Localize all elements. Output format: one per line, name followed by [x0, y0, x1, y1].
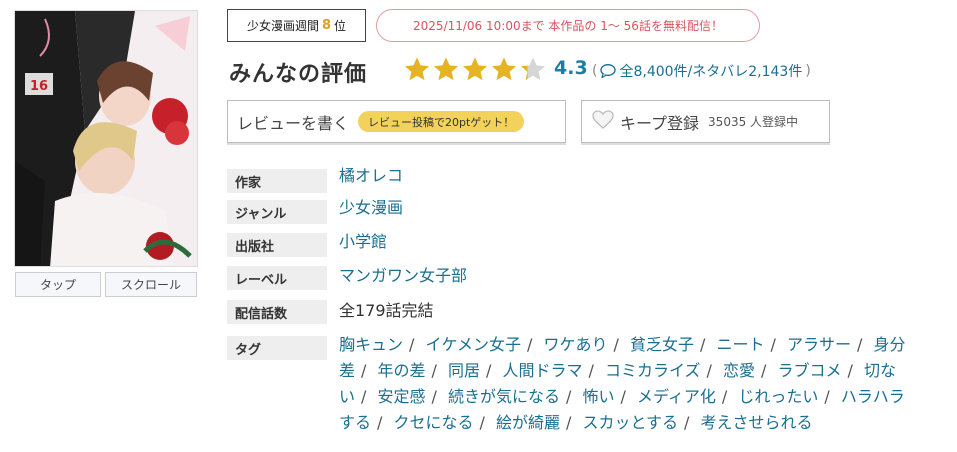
- tag-separator: /: [527, 335, 533, 354]
- tag-separator: /: [706, 361, 712, 380]
- review-count-link[interactable]: ( 全8,400件/ネタバレ2,143件 ): [592, 61, 811, 81]
- rating-title: みんなの評価: [229, 62, 368, 87]
- tag-link[interactable]: 同居: [448, 361, 480, 380]
- rating-stars: [403, 56, 547, 84]
- genre-label: ジャンル: [227, 200, 327, 224]
- rating-score: 4.3: [554, 57, 588, 79]
- cover-volume-number: 16: [30, 79, 48, 94]
- tag-link[interactable]: 胸キュン: [339, 335, 403, 354]
- tap-view-button[interactable]: タップ: [15, 272, 101, 297]
- tag-separator: /: [857, 335, 863, 354]
- tag-separator: /: [361, 387, 367, 406]
- tag-separator: /: [770, 335, 776, 354]
- review-points-badge: レビュー投稿で20ptゲット！: [358, 111, 525, 132]
- publisher-value: 小学館: [339, 230, 387, 254]
- tag-link[interactable]: じれったい: [738, 387, 818, 406]
- tag-link[interactable]: スカッとする: [583, 413, 679, 432]
- keep-count: 35035 人登録中: [708, 115, 799, 129]
- tag-separator: /: [761, 361, 767, 380]
- tag-link[interactable]: アラサー: [787, 335, 851, 354]
- close-paren: ): [805, 63, 811, 79]
- tag-separator: /: [566, 413, 572, 432]
- tag-separator: /: [588, 361, 594, 380]
- author-value: 橘オレコ: [339, 164, 403, 188]
- tag-link[interactable]: 年の差: [378, 361, 426, 380]
- scroll-view-button[interactable]: スクロール: [105, 272, 197, 297]
- tag-separator: /: [721, 387, 728, 406]
- episodes-value: 全179話完結: [339, 301, 434, 320]
- star-icon-4: [492, 57, 516, 81]
- tag-link[interactable]: 貧乏女子: [630, 335, 694, 354]
- tag-separator: /: [431, 361, 437, 380]
- star-icon-1: [405, 57, 429, 81]
- tag-separator: /: [824, 387, 830, 406]
- scroll-view-label: スクロール: [120, 278, 181, 292]
- publisher-label: 出版社: [227, 233, 327, 257]
- tag-link[interactable]: メディア化: [637, 387, 716, 406]
- label-link[interactable]: マンガワン女子部: [339, 266, 467, 285]
- tag-separator: /: [486, 361, 492, 380]
- tag-link[interactable]: 安定感: [378, 387, 426, 406]
- tag-separator: /: [620, 387, 626, 406]
- tag-link[interactable]: 考えさせられる: [701, 413, 813, 432]
- keep-register-label: キープ登録: [620, 113, 700, 133]
- tag-link[interactable]: ワケあり: [544, 335, 608, 354]
- tag-separator: /: [377, 413, 383, 432]
- heart-icon: [592, 109, 614, 134]
- tag-separator: /: [613, 335, 619, 354]
- tag-link[interactable]: イケメン女子: [426, 335, 522, 354]
- tag-link[interactable]: ニート: [717, 335, 765, 354]
- tap-view-label: タップ: [39, 278, 76, 292]
- tag-separator: /: [409, 335, 415, 354]
- tag-separator: /: [700, 335, 706, 354]
- author-link[interactable]: 橘オレコ: [339, 166, 403, 185]
- star-icon-5: [521, 57, 545, 81]
- write-review-label: レビューを書く: [237, 113, 350, 133]
- keep-register-button[interactable]: キープ登録 35035 人登録中: [581, 100, 830, 143]
- star-icon-3: [463, 57, 487, 81]
- tag-link[interactable]: 怖い: [583, 387, 615, 406]
- tag-link[interactable]: 絵が綺麗: [496, 413, 560, 432]
- tag-list: 胸キュン / イケメン女子 / ワケあり / 貧乏女子 / ニート / アラサー / 身分差…: [339, 332, 909, 436]
- tag-link[interactable]: コミカライズ: [605, 361, 701, 380]
- tag-separator: /: [431, 387, 437, 406]
- speech-bubble-icon: [600, 63, 617, 79]
- tag-link[interactable]: 続きが気になる: [448, 387, 560, 406]
- genre-value: 少女漫画: [339, 196, 403, 220]
- review-count-text: 全8,400件/ネタバレ2,143件: [619, 64, 803, 80]
- tag-link[interactable]: 人間ドラマ: [503, 361, 583, 380]
- tag-separator: /: [566, 387, 572, 406]
- label-value: マンガワン女子部: [339, 264, 467, 288]
- open-paren: (: [592, 63, 598, 79]
- tag-separator: /: [361, 361, 367, 380]
- tag-separator: /: [684, 413, 690, 432]
- rank-suffix: 位: [334, 19, 347, 33]
- publisher-link[interactable]: 小学館: [339, 232, 387, 251]
- tag-link[interactable]: ラブコメ: [778, 361, 842, 380]
- free-notice-text: 2025/11/06 10:00まで 本作品の 1～ 56話を無料配信！: [413, 19, 723, 33]
- rank-number: 8: [321, 18, 332, 33]
- tag-separator: /: [847, 361, 853, 380]
- tag-link[interactable]: クセになる: [394, 413, 474, 432]
- star-icon-2: [434, 57, 458, 81]
- weekly-rank-badge[interactable]: 少女漫画週間 8 位: [227, 9, 366, 42]
- free-episodes-notice: 2025/11/06 10:00まで 本作品の 1～ 56話を無料配信！: [376, 9, 760, 42]
- episodes-label: 配信話数: [227, 300, 327, 324]
- tag-link[interactable]: 恋愛: [723, 361, 755, 380]
- rank-prefix: 少女漫画週間: [246, 19, 319, 33]
- author-label: 作家: [227, 169, 327, 193]
- tag-separator: /: [479, 413, 485, 432]
- write-review-button[interactable]: レビューを書く レビュー投稿で20ptゲット！: [227, 100, 566, 143]
- genre-link[interactable]: 少女漫画: [339, 198, 403, 217]
- label-label: レーベル: [227, 266, 327, 290]
- cover-image[interactable]: 16: [14, 10, 198, 267]
- tags-label: タグ: [227, 336, 327, 360]
